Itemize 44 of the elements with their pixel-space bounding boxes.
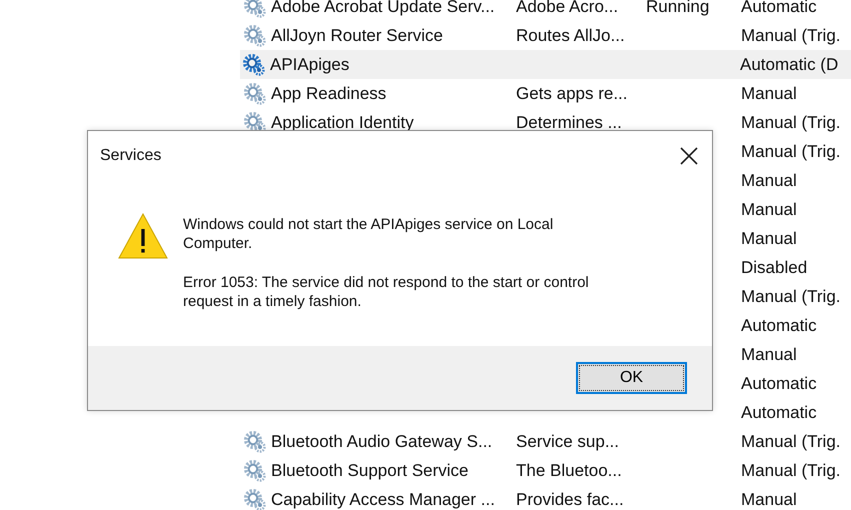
- startup-type: Automatic: [741, 314, 817, 337]
- gear-icon: [244, 0, 266, 18]
- startup-type: Manual: [741, 488, 797, 510]
- dialog-title: Services: [100, 146, 162, 166]
- service-name: Application Identity: [270, 112, 415, 134]
- startup-type: Manual (Trig.: [741, 460, 841, 482]
- service-row[interactable]: Application Identity Determines ... Manual (Trig.: [0, 108, 851, 137]
- gear-icon: [244, 430, 266, 452]
- gear-icon: [244, 82, 266, 104]
- startup-type: Manual: [741, 170, 797, 192]
- service-row[interactable]: App Readiness Gets apps re... Manual: [0, 79, 851, 108]
- gear-icon: [244, 24, 266, 46]
- service-name: Bluetooth Support Service: [270, 460, 470, 482]
- service-description: Gets apps re...: [516, 82, 628, 105]
- service-row[interactable]: Capability Access Manager ... Provides fac... Manual: [0, 485, 851, 510]
- service-name: APIApiges: [269, 54, 350, 76]
- startup-type: Automatic: [741, 402, 817, 424]
- service-description: The Bluetoo...: [516, 460, 623, 482]
- startup-type: Manual: [741, 82, 797, 105]
- service-description: Service sup...: [516, 430, 620, 453]
- service-description: Determines ...: [516, 112, 623, 134]
- service-name: AllJoyn Router Service: [270, 24, 444, 47]
- service-row[interactable]: APIApiges Automatic (D: [240, 50, 851, 79]
- gear-icon: [244, 488, 266, 510]
- startup-type: Manual (Trig.: [741, 112, 841, 134]
- startup-type: Manual: [741, 344, 797, 366]
- service-name: Bluetooth Audio Gateway S...: [270, 430, 494, 453]
- service-row[interactable]: Bluetooth Audio Gateway S... Service sup... Manual (Trig.: [0, 427, 851, 456]
- service-row[interactable]: AllJoyn Router Service Routes AllJo... Manual (Trig.: [0, 21, 851, 50]
- ok-button[interactable]: OK: [576, 362, 687, 394]
- startup-type: Manual (Trig.: [741, 24, 841, 47]
- service-description: Provides fac...: [516, 488, 625, 510]
- close-button[interactable]: [678, 145, 700, 167]
- error-detail: Error 1053: The service did not respond to the start or control request in a timely fashion.: [183, 273, 590, 311]
- startup-type: Automatic (D: [740, 54, 838, 76]
- gear-icon: [244, 460, 266, 482]
- service-description: Routes AllJo...: [516, 24, 626, 47]
- startup-type: Manual (Trig.: [741, 430, 841, 453]
- service-name: Capability Access Manager ...: [270, 488, 496, 510]
- warning-icon: [118, 213, 168, 259]
- service-name: App Readiness: [270, 82, 388, 105]
- gear-icon: [243, 54, 265, 76]
- error-message: Windows could not start the APIApiges service on Local Computer.: [183, 215, 554, 253]
- service-row[interactable]: Bluetooth Support Service The Bluetoo... Manual (Trig.: [0, 456, 851, 485]
